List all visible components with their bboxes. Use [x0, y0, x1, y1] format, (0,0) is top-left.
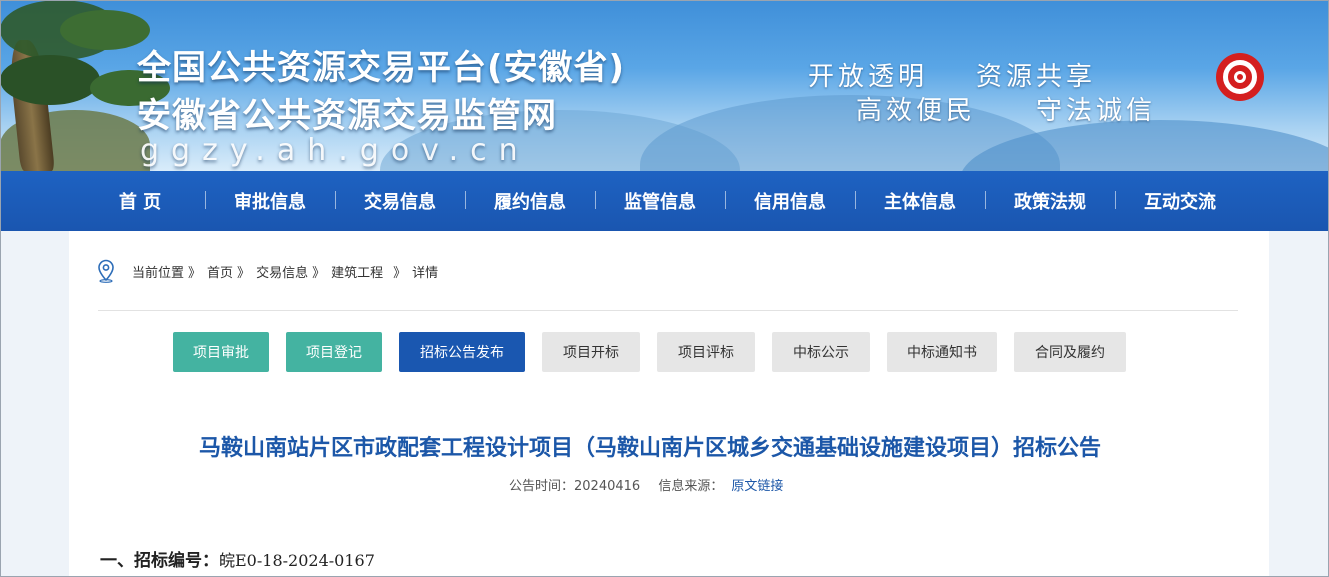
nav-item-performance[interactable]: 履约信息: [465, 188, 595, 214]
breadcrumb: 当前位置 》 首页 》 交易信息 》 建筑工程 》 详情: [96, 259, 438, 283]
breadcrumb-detail: 详情: [412, 265, 439, 281]
breadcrumb-current-label: 当前位置: [132, 265, 185, 281]
tab-award-notice[interactable]: 中标通知书: [887, 332, 997, 372]
divider: [98, 310, 1238, 311]
nav-item-credit[interactable]: 信用信息: [725, 188, 855, 214]
breadcrumb-separator: 》: [237, 265, 251, 281]
nav-item-home[interactable]: 首 页: [75, 188, 205, 214]
breadcrumb-separator: 》: [393, 265, 407, 281]
site-banner: 全国公共资源交易平台(安徽省) 安徽省公共资源交易监管网 ggzy.ah.gov…: [0, 0, 1329, 171]
breadcrumb-link-trading[interactable]: 交易信息: [256, 262, 308, 281]
slogan-2: 资源共享: [976, 62, 1097, 92]
nav-item-entity[interactable]: 主体信息: [855, 188, 985, 214]
section-heading: 一、招标编号：: [100, 551, 219, 571]
tab-project-registration[interactable]: 项目登记: [286, 332, 382, 372]
site-domain: ggzy.ah.gov.cn: [140, 133, 530, 168]
slogan-3: 高效便民: [856, 96, 977, 126]
date-label: 公告时间：: [509, 479, 575, 494]
source-label: 信息来源：: [658, 479, 724, 494]
breadcrumb-link-construction[interactable]: 建筑工程: [331, 262, 383, 281]
page-title: 马鞍山南站片区市政配套工程设计项目（马鞍山南片区城乡交通基础设施建设项目）招标公…: [198, 436, 1101, 461]
nav-item-supervision[interactable]: 监管信息: [595, 188, 725, 214]
breadcrumb-separator: 》: [312, 265, 326, 281]
breadcrumb-separator: 》: [188, 265, 202, 281]
date-value: 20240416: [574, 479, 641, 494]
article-meta: 公告时间：20240416 信息来源： 原文链接: [509, 475, 783, 494]
pine-tree-graphic: [0, 55, 100, 105]
nav-item-approval[interactable]: 审批信息: [205, 188, 335, 214]
tab-bid-opening[interactable]: 项目开标: [542, 332, 640, 372]
nav-item-policy[interactable]: 政策法规: [985, 188, 1115, 214]
main-nav: 首 页 审批信息 交易信息 履约信息 监管信息 信用信息 主体信息 政策法规 互…: [0, 171, 1329, 231]
tender-number-line: 一、招标编号：皖E0-18-2024-0167: [100, 546, 375, 571]
nav-item-trading[interactable]: 交易信息: [335, 188, 465, 214]
tab-contract-performance[interactable]: 合同及履约: [1014, 332, 1126, 372]
tab-tender-announcement[interactable]: 招标公告发布: [399, 332, 525, 372]
location-pin-icon: [98, 259, 114, 283]
site-title-line1: 全国公共资源交易平台(安徽省): [137, 48, 626, 88]
slogan-4: 守法诚信: [1036, 96, 1157, 126]
tab-bid-evaluation[interactable]: 项目评标: [657, 332, 755, 372]
slogan-1: 开放透明: [808, 62, 929, 92]
process-tabs: 项目审批 项目登记 招标公告发布 项目开标 项目评标 中标公示 中标通知书 合同…: [173, 332, 1126, 372]
tab-award-publicity[interactable]: 中标公示: [772, 332, 870, 372]
breadcrumb-link-home[interactable]: 首页: [207, 262, 233, 281]
nav-item-interaction[interactable]: 互动交流: [1115, 188, 1245, 214]
tender-number-value: 皖E0-18-2024-0167: [219, 551, 375, 570]
site-logo-icon[interactable]: [1216, 53, 1264, 101]
source-link[interactable]: 原文链接: [731, 479, 783, 494]
tab-project-approval[interactable]: 项目审批: [173, 332, 269, 372]
site-title-line2: 安徽省公共资源交易监管网: [137, 96, 557, 136]
